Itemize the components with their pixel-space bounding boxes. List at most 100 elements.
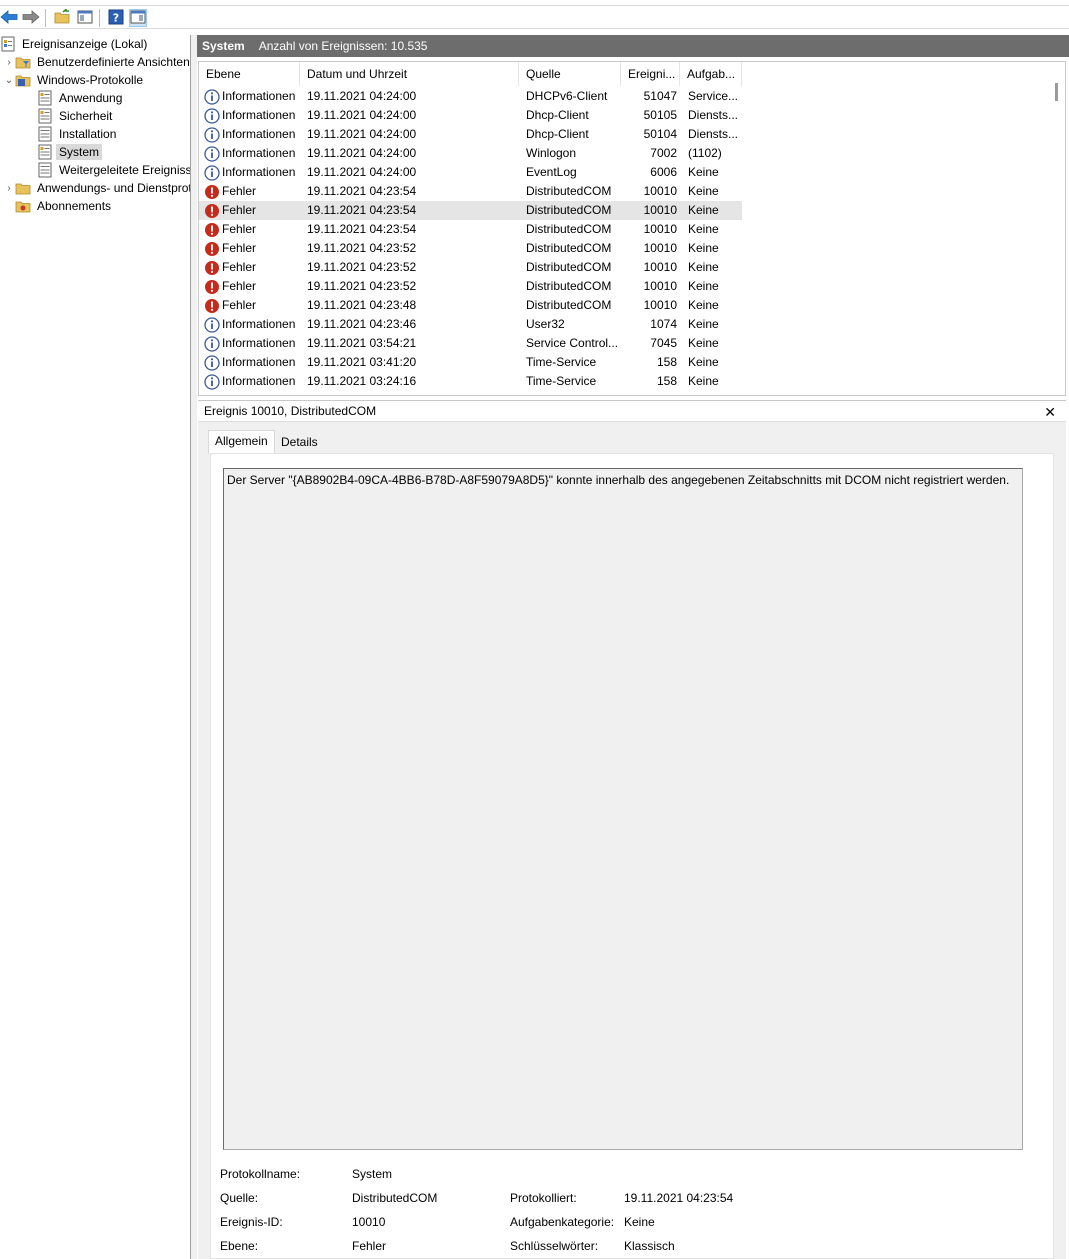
event-message-text: Der Server "{AB8902B4-09CA-4BB6-B78D-A8F… <box>227 473 1010 487</box>
cell-task-category: Keine <box>688 184 719 198</box>
cell-level-text: Informationen <box>222 317 296 331</box>
up-folder-button[interactable] <box>53 7 71 27</box>
prop-value-protokolliert: 19.11.2021 04:23:54 <box>624 1191 734 1205</box>
tree-item-label: Anwendungs- und Dienstprotokolle <box>37 181 191 195</box>
cell-event-id: 10010 <box>643 184 677 198</box>
show-hide-console-tree-button[interactable] <box>76 9 94 27</box>
event-message[interactable]: Der Server "{AB8902B4-09CA-4BB6-B78D-A8F… <box>223 468 1023 1150</box>
info-icon <box>204 335 222 352</box>
error-icon <box>204 298 222 314</box>
tree-item-installation[interactable]: Installation <box>37 125 119 143</box>
cell-source: Dhcp-Client <box>526 108 589 122</box>
column-header-ebene[interactable]: Ebene <box>199 62 300 86</box>
tree-item-anwendungs-und-dienstprotokolle[interactable]: › Anwendungs- und Dienstprotokolle <box>3 179 191 197</box>
cell-event-id: 50104 <box>643 127 677 141</box>
forward-button[interactable] <box>22 9 40 27</box>
table-row[interactable]: Informationen 19.11.2021 03:24:16 Time-Ser… <box>199 372 742 391</box>
cell-level-text: Fehler <box>222 203 257 217</box>
table-row[interactable]: Informationen 19.11.2021 04:24:00 Winlogon… <box>199 144 742 163</box>
tree-item-label: Windows-Protokolle <box>37 73 144 87</box>
cell-level: Informationen <box>204 353 301 372</box>
cell-source: Winlogon <box>526 146 577 160</box>
cell-event-id: 10010 <box>643 279 677 293</box>
show-hide-action-pane-button[interactable] <box>129 9 147 27</box>
cell-level-text: Informationen <box>222 127 296 141</box>
tree-item-weitergeleitete-ereignisse[interactable]: Weitergeleitete Ereignisse <box>37 161 190 179</box>
cell-datetime: 19.11.2021 04:23:52 <box>307 241 417 255</box>
table-row[interactable]: Fehler 19.11.2021 04:23:54 DistributedCOM 1… <box>199 182 742 201</box>
cell-level-text: Informationen <box>222 336 296 350</box>
scrollbar-thumb[interactable] <box>1055 83 1058 101</box>
table-row[interactable]: Informationen 19.11.2021 04:24:00 Dhcp-Cli… <box>199 125 742 144</box>
cell-event-id: 10010 <box>643 298 677 312</box>
arrow-right-icon <box>22 9 40 27</box>
cell-datetime: 19.11.2021 04:24:00 <box>307 146 417 160</box>
cell-event-id: 10010 <box>643 222 677 236</box>
error-icon <box>204 203 222 219</box>
cell-task-category: Service... <box>688 89 739 103</box>
back-button[interactable] <box>0 9 18 27</box>
tab-details[interactable]: Details <box>275 432 324 454</box>
table-row[interactable]: Informationen 19.11.2021 04:24:00 Dhcp-Cli… <box>199 106 742 125</box>
console-tree-icon <box>77 9 93 28</box>
tree-item-anwendung[interactable]: Anwendung <box>37 89 125 107</box>
table-row[interactable]: Fehler 19.11.2021 04:23:52 DistributedCOM 1… <box>199 277 742 296</box>
pane-splitter[interactable] <box>191 35 197 1259</box>
table-row[interactable]: Informationen 19.11.2021 04:24:00 DHCPv6-C… <box>199 87 742 106</box>
chevron-right-icon[interactable]: › <box>3 179 15 197</box>
close-icon[interactable]: ✕ <box>1044 403 1056 421</box>
table-row[interactable]: Informationen 19.11.2021 04:24:00 EventLog… <box>199 163 742 182</box>
tab-content-allgemein: Der Server "{AB8902B4-09CA-4BB6-B78D-A8F… <box>210 453 1054 1259</box>
cell-datetime: 19.11.2021 04:24:00 <box>307 165 417 179</box>
log-icon <box>37 126 53 142</box>
event-details-panel: Allgemein Details Der Server "{AB8902B4-… <box>198 422 1066 1259</box>
cell-level: Informationen <box>204 106 301 125</box>
cell-level-text: Informationen <box>222 89 296 103</box>
tree-item-benutzerdefinierte-ansichten[interactable]: › Benutzerdefinierte Ansichten <box>3 53 190 71</box>
tree-item-abonnements[interactable]: Abonnements <box>15 197 114 215</box>
toolbar-separator <box>45 9 46 27</box>
tree-item-windows-protokolle[interactable]: ⌄ Windows-Protokolle <box>3 71 146 89</box>
cell-level-text: Fehler <box>222 184 257 198</box>
cell-event-id: 50105 <box>643 108 677 122</box>
log-icon <box>37 162 53 178</box>
cell-level: Informationen <box>204 163 301 182</box>
tree-item-ereignisanzeige[interactable]: Ereignisanzeige (Lokal) <box>0 35 150 53</box>
cell-level: Informationen <box>204 87 301 106</box>
column-header-aufgabenkategorie[interactable]: Aufgab... <box>680 62 742 86</box>
cell-level-text: Fehler <box>222 260 257 274</box>
prop-value-quelle: DistributedCOM <box>352 1191 438 1205</box>
cell-source: DistributedCOM <box>526 298 612 312</box>
event-count: Anzahl von Ereignissen: 10.535 <box>258 39 428 53</box>
cell-source: DistributedCOM <box>526 241 612 255</box>
vertical-scrollbar[interactable] <box>1048 62 1065 395</box>
tree-item-label: Ereignisanzeige (Lokal) <box>22 37 148 51</box>
table-row[interactable]: Informationen 19.11.2021 03:54:21 Service … <box>199 334 742 353</box>
tab-allgemein[interactable]: Allgemein <box>208 430 275 454</box>
cell-event-id: 10010 <box>643 241 677 255</box>
table-row[interactable]: Informationen 19.11.2021 04:23:46 User32 10… <box>199 315 742 334</box>
column-header-quelle[interactable]: Quelle <box>519 62 621 86</box>
tree-item-sicherheit[interactable]: Sicherheit <box>37 107 115 125</box>
cell-task-category: Keine <box>688 260 719 274</box>
table-row[interactable]: Fehler 19.11.2021 04:23:52 DistributedCOM 1… <box>199 239 742 258</box>
cell-source: Time-Service <box>526 355 597 369</box>
table-row[interactable]: Fehler 19.11.2021 04:23:48 DistributedCOM 1… <box>199 296 742 315</box>
cell-level: Fehler <box>204 277 301 296</box>
table-row[interactable]: Fehler 19.11.2021 04:23:54 DistributedCOM 1… <box>199 201 742 220</box>
tree-item-system[interactable]: System <box>37 143 103 161</box>
console-tree: Ereignisanzeige (Lokal) › Benutzerdefini… <box>0 35 191 1259</box>
table-row[interactable]: Fehler 19.11.2021 04:23:54 DistributedCOM 1… <box>199 220 742 239</box>
cell-task-category: Keine <box>688 317 719 331</box>
cell-source: DistributedCOM <box>526 222 612 236</box>
table-row[interactable]: Informationen 19.11.2021 03:41:20 Time-Ser… <box>199 353 742 372</box>
column-header-datum-und-uhrzeit[interactable]: Datum und Uhrzeit <box>300 62 519 86</box>
help-button[interactable]: ? <box>107 9 125 27</box>
table-row[interactable]: Fehler 19.11.2021 04:23:52 DistributedCOM 1… <box>199 258 742 277</box>
event-list: Ebene Datum und Uhrzeit Quelle Ereigni..… <box>198 61 1066 396</box>
column-header-ereignis-id[interactable]: Ereigni... <box>621 62 680 86</box>
cell-level: Informationen <box>204 125 301 144</box>
cell-datetime: 19.11.2021 04:23:52 <box>307 260 417 274</box>
chevron-down-icon[interactable]: ⌄ <box>3 71 15 89</box>
chevron-right-icon[interactable]: › <box>3 53 15 71</box>
